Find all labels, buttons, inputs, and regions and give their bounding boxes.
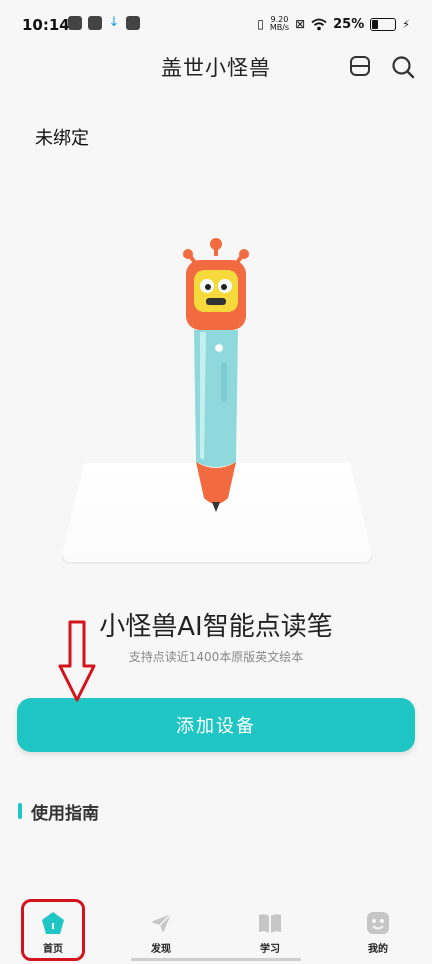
vibrate-icon: ▯ xyxy=(257,17,264,31)
wifi-icon xyxy=(311,18,327,30)
battery-icon xyxy=(370,17,397,31)
status-time: 10:14 xyxy=(22,16,70,34)
charging-icon: ⚡ xyxy=(402,17,410,31)
status-right: ▯ 9.20 MB/s ⊠ 25% ⚡ xyxy=(257,16,410,32)
app-notification-icon xyxy=(68,16,82,30)
home-annotation-highlight xyxy=(21,899,85,961)
mail-notification-icon xyxy=(88,16,102,30)
nav-item-mine[interactable]: 我的 xyxy=(348,910,408,955)
nav-label-discover: 发现 xyxy=(151,944,171,955)
search-icon[interactable] xyxy=(391,55,415,79)
device-switch-icon[interactable] xyxy=(349,55,371,77)
download-icon: ↓ xyxy=(108,15,120,30)
net-speed-unit: MB/s xyxy=(269,23,290,32)
no-sim-icon: ⊠ xyxy=(295,17,306,31)
nav-label-mine: 我的 xyxy=(368,944,388,955)
battery-percent: 25% xyxy=(333,16,365,32)
guide-section-marker xyxy=(18,803,22,819)
nav-item-learn[interactable]: 学习 xyxy=(240,910,300,955)
smart-pen-image xyxy=(183,238,249,512)
device-status: 未绑定 xyxy=(35,128,89,149)
book-icon xyxy=(259,914,281,933)
nav-label-learn: 学习 xyxy=(260,944,280,955)
net-speed: 9.20 MB/s xyxy=(270,16,289,32)
annotation-arrow-icon xyxy=(58,620,96,702)
nav-item-discover[interactable]: 发现 xyxy=(131,910,191,955)
app-notification-icon-2 xyxy=(126,16,140,30)
add-device-button[interactable]: 添加设备 xyxy=(17,698,415,752)
gesture-bar[interactable] xyxy=(131,958,301,961)
status-bar: 10:14 ↓ ▯ 9.20 MB/s ⊠ 25% ⚡ xyxy=(0,0,432,52)
face-icon xyxy=(367,912,389,934)
notification-icons: ↓ xyxy=(68,16,140,30)
send-icon xyxy=(151,913,172,933)
guide-section-title[interactable]: 使用指南 xyxy=(31,799,99,824)
